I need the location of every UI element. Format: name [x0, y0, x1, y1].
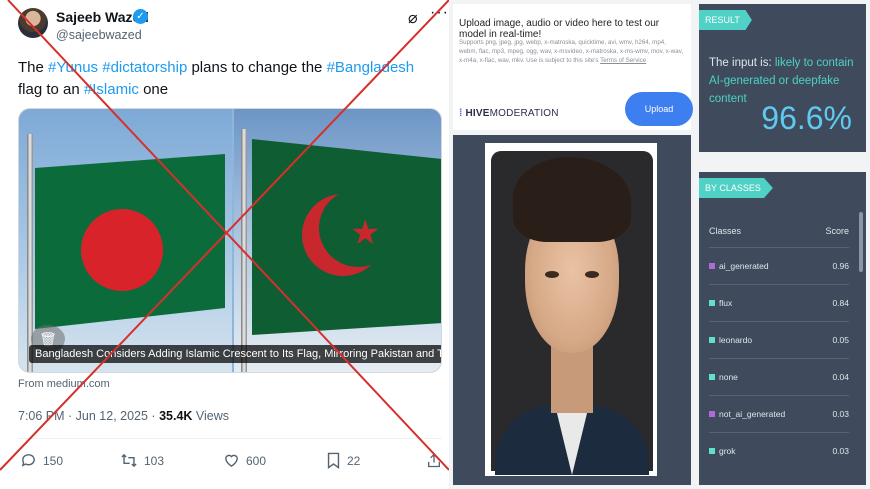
- avatar[interactable]: [18, 8, 48, 38]
- class-row: ai_generated 0.96: [709, 247, 849, 284]
- logo-bold: HIVE: [465, 108, 490, 119]
- terms-of-service-link[interactable]: Terms of Service: [600, 57, 646, 64]
- supported-formats-text: Supports png, jpeg, jpg, webp, x-matrosk…: [459, 39, 684, 64]
- flag-pole: [241, 129, 247, 372]
- portrait-neck: [551, 343, 593, 413]
- uploaded-portrait-image: [485, 143, 657, 476]
- classes-card: BY CLASSES Classes Score ai_generated 0.9…: [699, 172, 866, 485]
- class-score: 0.03: [832, 446, 849, 456]
- portrait-hair: [513, 157, 631, 242]
- repost-icon: [121, 453, 137, 468]
- tweet-text-segment: flag to an: [18, 81, 84, 98]
- class-color-dot-icon: [709, 263, 715, 269]
- divider: [18, 438, 442, 439]
- tweet-meta: 7:06 PM · Jun 12, 2025 · 35.4K Views: [18, 409, 229, 423]
- tweet-text: The #Yunus #dictatorship plans to change…: [18, 57, 438, 101]
- media-caption: Bangladesh Considers Adding Islamic Cres…: [29, 345, 441, 363]
- share-icon: [428, 453, 440, 468]
- portrait-eye-left: [545, 271, 559, 278]
- score-column-header: Score: [825, 226, 849, 236]
- class-color-dot-icon: [709, 337, 715, 343]
- verified-badge-icon: ✓: [133, 9, 148, 24]
- class-name: ai_generated: [719, 261, 769, 271]
- tweet-text-segment: plans to change the: [187, 59, 327, 76]
- bookmark-icon: [327, 452, 340, 469]
- author-handle[interactable]: @sajeebwazed: [56, 28, 142, 42]
- tweet-card: Sajeeb Wazed ✓ @sajeebwazed ⌀ ··· The #Y…: [0, 0, 449, 489]
- portrait-eye-right: [585, 271, 599, 278]
- result-prefix: The input is:: [709, 57, 775, 69]
- class-row: leonardo 0.05: [709, 321, 849, 358]
- class-color-dot-icon: [709, 300, 715, 306]
- repost-button[interactable]: 103: [120, 452, 164, 469]
- like-count: 600: [246, 453, 267, 468]
- class-row: not_ai_generated 0.03: [709, 395, 849, 432]
- class-score: 0.05: [832, 335, 849, 345]
- upload-description: Supports png, jpeg, jpg, webp, x-matrosk…: [459, 38, 685, 65]
- class-color-dot-icon: [709, 411, 715, 417]
- reply-button[interactable]: 150: [20, 452, 63, 469]
- logo-rest: MODERATION: [489, 108, 559, 119]
- views-count: 35.4K: [159, 409, 193, 423]
- classes-header-row: Classes Score: [709, 226, 849, 236]
- result-card: RESULT The input is: likely to contain A…: [699, 4, 866, 152]
- star-icon: ★: [350, 214, 381, 252]
- bookmark-button[interactable]: 22: [326, 452, 360, 469]
- hashtag-link[interactable]: #Bangladesh: [327, 59, 415, 76]
- class-name: flux: [719, 298, 733, 308]
- like-button[interactable]: 600: [223, 452, 266, 469]
- class-color-dot-icon: [709, 448, 715, 454]
- hashtag-link[interactable]: #dictatorship: [102, 59, 187, 76]
- classes-column-header: Classes: [709, 226, 742, 236]
- class-score: 0.84: [832, 298, 849, 308]
- uploaded-image-panel: [453, 135, 691, 485]
- class-score: 0.96: [832, 261, 849, 271]
- result-badge: RESULT: [699, 10, 752, 30]
- upload-title: Upload image, audio or video here to tes…: [459, 18, 660, 40]
- class-name: leonardo: [719, 335, 753, 345]
- reply-count: 150: [43, 453, 64, 468]
- more-options-icon[interactable]: ···: [430, 4, 449, 22]
- source-link[interactable]: From medium.com: [18, 378, 110, 390]
- repost-count: 103: [144, 453, 165, 468]
- bookmark-count: 22: [347, 453, 361, 468]
- class-row: grok 0.03: [709, 432, 849, 469]
- class-color-dot-icon: [709, 374, 715, 380]
- tweet-text-segment: one: [138, 81, 169, 98]
- reply-icon: [21, 454, 35, 467]
- result-score: 96.6%: [761, 100, 852, 136]
- class-row: none 0.04: [709, 358, 849, 395]
- class-row: flux 0.84: [709, 284, 849, 321]
- hashtag-link[interactable]: #Islamic: [84, 81, 139, 98]
- class-score: 0.04: [832, 372, 849, 382]
- class-name: not_ai_generated: [719, 409, 786, 419]
- upload-card: Upload image, audio or video here to tes…: [453, 4, 693, 130]
- hashtag-link[interactable]: #Yunus: [48, 59, 98, 76]
- timestamp[interactable]: 7:06 PM · Jun 12, 2025 ·: [18, 409, 159, 423]
- tweet-text-segment: The: [18, 59, 49, 76]
- share-button[interactable]: [426, 452, 442, 469]
- grok-icon[interactable]: ⌀: [408, 8, 418, 28]
- heart-icon: [225, 454, 238, 468]
- tweet-media[interactable]: ★ 🗑 Bangladesh Considers Adding Islamic …: [18, 108, 442, 373]
- hive-logo: ⁞ HIVEMODERATION: [459, 108, 559, 119]
- class-name: none: [719, 372, 738, 382]
- class-name: grok: [719, 446, 736, 456]
- classes-badge: BY CLASSES: [699, 178, 773, 198]
- red-disc: [81, 209, 163, 291]
- upload-button[interactable]: Upload: [625, 92, 693, 126]
- hive-moderation-app: Upload image, audio or video here to tes…: [449, 0, 870, 489]
- class-score: 0.03: [832, 409, 849, 419]
- scrollbar[interactable]: [859, 212, 863, 272]
- views-label: Views: [192, 409, 230, 423]
